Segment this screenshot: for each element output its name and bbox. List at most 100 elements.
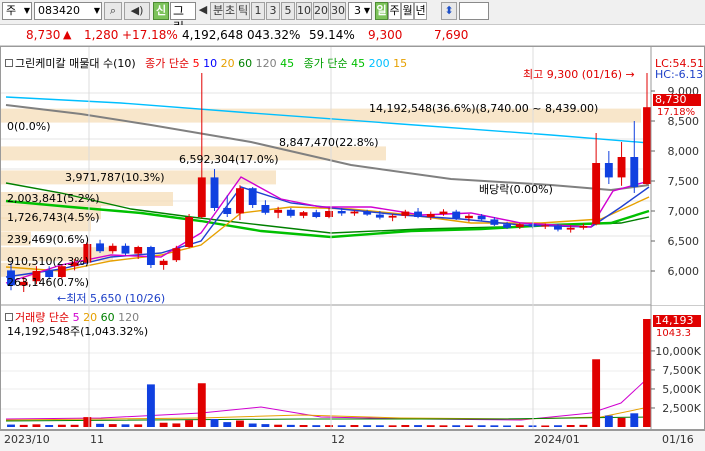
candle-body xyxy=(363,211,372,215)
stock-code-value: 083420 xyxy=(38,4,80,17)
volume-bar xyxy=(604,415,613,427)
volume-bar xyxy=(236,420,244,427)
stock-chart[interactable]: 9,0008,5008,0007,5007,0006,5006,000 10,0… xyxy=(1,47,704,429)
candle xyxy=(172,245,181,262)
volume-bar xyxy=(490,425,499,427)
candle xyxy=(643,73,651,185)
volume-bar xyxy=(401,425,410,427)
volume-bar xyxy=(464,425,473,427)
search-button[interactable]: ⌕ xyxy=(104,2,122,20)
volume-bar xyxy=(566,425,575,427)
volume-bar xyxy=(515,425,524,427)
price-tick-label: 7,500 xyxy=(668,175,700,188)
period-5-button[interactable]: 5 xyxy=(281,2,295,20)
vp-label-3: 6,592,304(17.0%) xyxy=(179,153,279,166)
period-custom-select[interactable]: 3 ▼ xyxy=(348,2,372,20)
volume-grid xyxy=(1,352,651,410)
ma-120-label: 120 xyxy=(255,57,277,70)
volume-bar xyxy=(439,425,448,427)
candle-body xyxy=(375,214,384,218)
price-change-pct: +17.18% xyxy=(122,28,178,42)
dividend-annotation: 배당락(0.00%) xyxy=(479,183,553,196)
volume-bar xyxy=(274,424,283,427)
day-high: 9,300 xyxy=(368,28,403,42)
candle-body xyxy=(592,163,601,225)
current-price-tag: 8,730 xyxy=(653,94,701,106)
sin-badge[interactable]: 신 xyxy=(153,2,169,20)
search-icon: ⌕ xyxy=(109,4,117,17)
month-button[interactable]: 월 xyxy=(401,2,414,20)
extra-input[interactable] xyxy=(459,2,489,20)
volume-bar xyxy=(7,424,15,427)
up-arrow-icon: ▲ xyxy=(63,28,72,41)
volume-axis: 10,000K 7,500K 5,000K 2,500K xyxy=(651,345,702,415)
candle-body xyxy=(604,163,613,178)
stock-code-input[interactable]: 083420 ▼ xyxy=(34,2,102,20)
candle-body xyxy=(172,248,181,261)
candle-body xyxy=(286,209,295,216)
candle xyxy=(236,185,244,220)
second-button[interactable]: 초 xyxy=(223,2,237,20)
turnover-rate: 59.14% xyxy=(309,28,355,42)
year-button[interactable]: 년 xyxy=(414,2,427,20)
period-1-button[interactable]: 1 xyxy=(251,2,265,20)
x-label-11: 11 xyxy=(90,433,104,446)
volume-bar xyxy=(185,420,194,427)
volume-bar xyxy=(286,424,295,427)
volume-ratio: 043.32% xyxy=(247,28,301,42)
price-tick-label: 8,000 xyxy=(668,145,700,158)
market-select[interactable]: 주 ▼ xyxy=(2,2,32,20)
vp-label-8: 910,510(2.3%) xyxy=(7,255,90,268)
candle xyxy=(604,151,613,184)
ma-60-label: 60 xyxy=(238,57,253,70)
volume-bar xyxy=(592,359,601,427)
candle-body xyxy=(503,224,512,228)
candle-body xyxy=(261,205,270,213)
week-button[interactable]: 주 xyxy=(388,2,401,20)
tick-button[interactable]: 틱 xyxy=(236,2,250,20)
day-low: 7,690 xyxy=(434,28,469,42)
candle-body xyxy=(223,208,232,214)
candle-body xyxy=(477,215,486,220)
change-pct-tag: 17.18% xyxy=(657,107,696,118)
period-30-button[interactable]: 30 xyxy=(330,2,346,20)
candle xyxy=(121,243,130,256)
ma2-45-label: 45 xyxy=(351,57,366,70)
candle-body xyxy=(185,217,194,247)
volume-bar xyxy=(108,424,117,427)
day-button[interactable]: 일 xyxy=(375,2,388,20)
vp-label-2: 8,847,470(22.8%) xyxy=(279,136,379,149)
x-label-2023-10: 2023/10 xyxy=(4,433,50,446)
speaker-icon: ◀) xyxy=(130,4,144,17)
volume-bar xyxy=(57,424,66,427)
volume-bar xyxy=(617,417,626,427)
tick-arrow-button[interactable]: ◀ xyxy=(197,2,209,20)
ma-20-label: 20 xyxy=(220,57,235,70)
period-3-button[interactable]: 3 xyxy=(266,2,280,20)
candle-body xyxy=(108,245,117,252)
candle-body xyxy=(236,188,244,214)
chart-pane[interactable]: 9,000 8,500 8,000 7,500 7,000 6,500 6,000 10,0… xyxy=(0,46,705,430)
low-annotation: ←최저 5,650 (10/26) xyxy=(57,290,165,306)
volume-value: 4,192,648 xyxy=(182,28,244,42)
candle-body xyxy=(96,243,104,252)
volume-bar xyxy=(32,424,41,427)
sort-button[interactable]: ⬍ xyxy=(441,2,457,20)
vp-label-5: 2,003,841(5.2%) xyxy=(7,192,100,205)
period-10-button[interactable]: 10 xyxy=(296,2,312,20)
price-tick-label: 6,500 xyxy=(668,235,700,248)
current-price: 8,730 xyxy=(26,28,61,42)
candle xyxy=(617,142,626,186)
toolbar: 주▼ 083420▼ ⌕ ◀) 신 그린 ◀ 분 초 틱 1 3 5 10 20… xyxy=(0,0,705,34)
period-20-button[interactable]: 20 xyxy=(313,2,329,20)
high-annotation: 최고 9,300 (01/16) → xyxy=(523,66,635,82)
speaker-button[interactable]: ◀) xyxy=(124,2,150,20)
volume-value-label: 14,192,548주(1,043.32%) xyxy=(7,325,149,338)
volume-bar xyxy=(630,413,639,427)
legend-square-icon xyxy=(5,59,13,67)
candle-body xyxy=(414,211,422,217)
volume-bar xyxy=(388,425,397,427)
volume-bar xyxy=(223,422,232,427)
volume-bar xyxy=(45,425,54,427)
volume-bar xyxy=(146,384,155,427)
